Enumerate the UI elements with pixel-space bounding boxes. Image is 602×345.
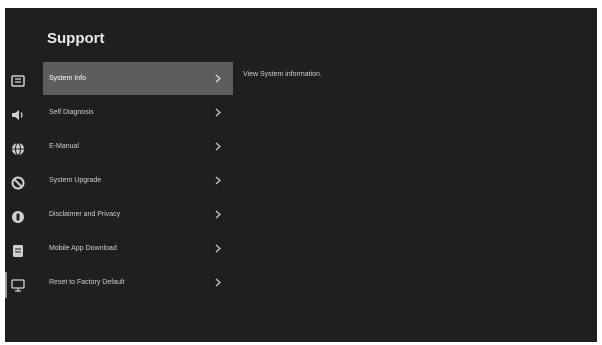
menu-item-system-info[interactable]: System Info <box>43 62 233 95</box>
chevron-right-icon <box>211 176 225 185</box>
chevron-right-icon <box>211 74 225 83</box>
chevron-right-icon <box>211 210 225 219</box>
menu-item-disclaimer-privacy[interactable]: Disclaimer and Privacy <box>43 198 233 231</box>
speaker-sound-icon[interactable] <box>10 107 26 123</box>
menu-item-mobile-app-download[interactable]: Mobile App Download <box>43 232 233 265</box>
menu-item-label: Disclaimer and Privacy <box>49 211 121 218</box>
menu-item-label: Self Diagnosis <box>49 109 94 116</box>
chevron-right-icon <box>211 244 225 253</box>
chevron-right-icon <box>211 142 225 151</box>
page-title: Support <box>47 30 105 47</box>
menu-item-reset-factory-default[interactable]: Reset to Factory Default <box>43 266 233 299</box>
globe-icon[interactable] <box>10 141 26 157</box>
menu-item-system-upgrade[interactable]: System Upgrade <box>43 164 233 197</box>
blocked-circle-icon[interactable] <box>10 175 26 191</box>
chevron-right-icon <box>211 108 225 117</box>
monitor-icon[interactable] <box>10 277 26 293</box>
menu-item-self-diagnosis[interactable]: Self Diagnosis <box>43 96 233 129</box>
phone-app-icon[interactable] <box>10 243 26 259</box>
category-icon-rail <box>5 62 35 302</box>
menu-item-label: System Upgrade <box>49 177 102 184</box>
menu-item-label: Reset to Factory Default <box>49 279 125 286</box>
info-card-icon[interactable] <box>10 73 26 89</box>
chevron-right-icon <box>211 278 225 287</box>
menu-item-label: E-Manual <box>49 143 79 150</box>
shield-badge-icon[interactable] <box>10 209 26 225</box>
item-description: View System information. <box>243 71 322 78</box>
menu-item-e-manual[interactable]: E-Manual <box>43 130 233 163</box>
rail-focus-marker <box>5 272 7 298</box>
support-screen: Support System Info Self Diagnosis E-Man… <box>5 8 597 342</box>
menu-item-label: Mobile App Download <box>49 245 117 252</box>
menu-item-label: System Info <box>49 75 86 82</box>
